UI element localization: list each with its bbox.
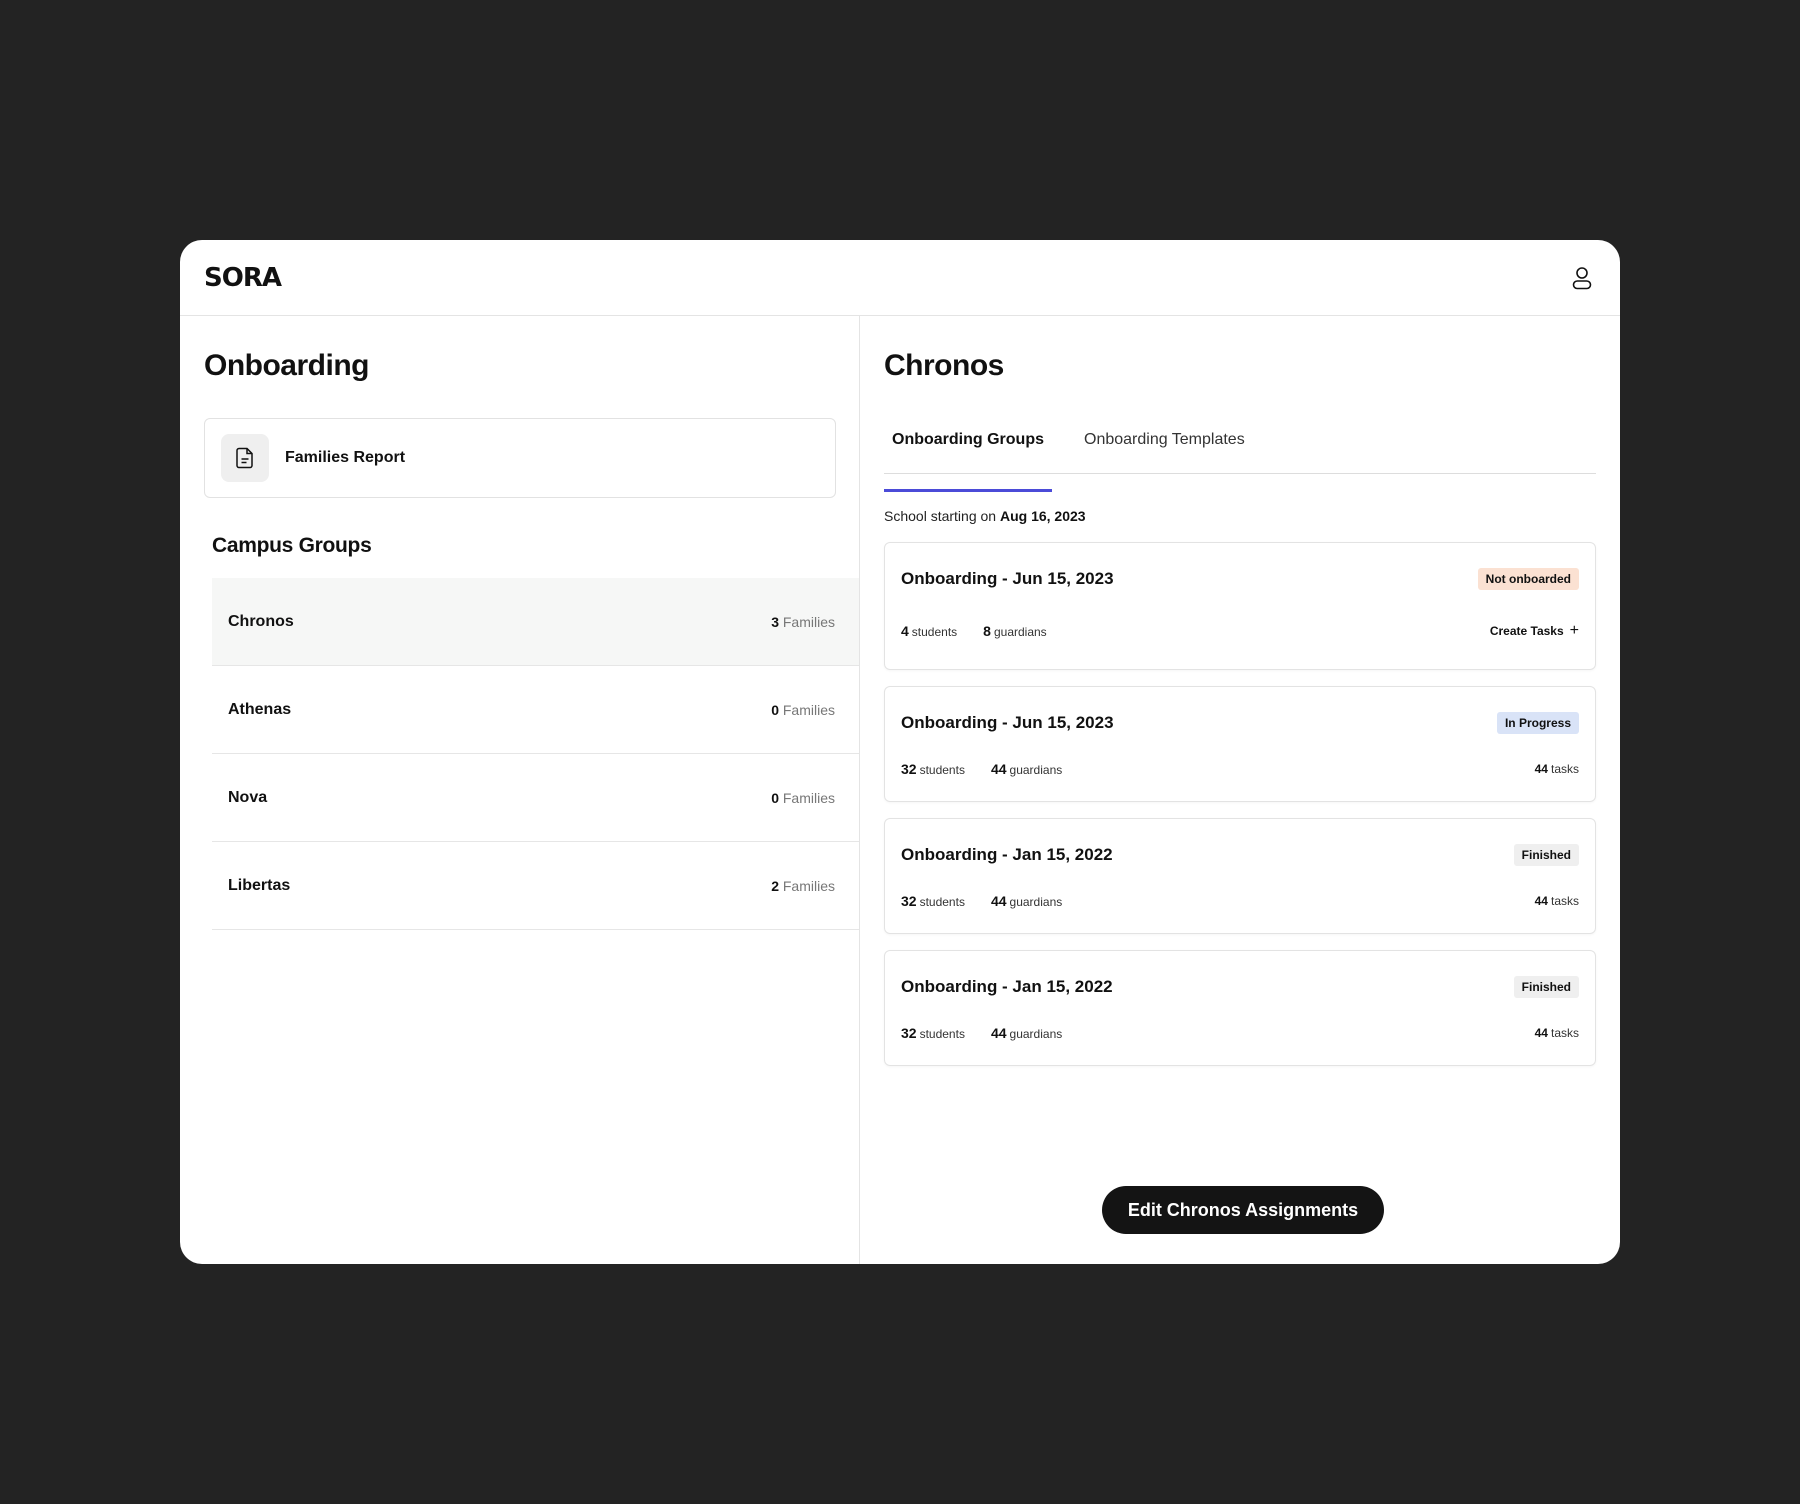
onboarding-card-title: Onboarding - Jan 15, 2022 bbox=[901, 977, 1113, 996]
group-family-count: 3 Families bbox=[771, 613, 835, 630]
user-profile-button[interactable] bbox=[1568, 264, 1596, 292]
guardians-count: 44 guardians bbox=[990, 893, 1063, 909]
app-window: SORA Onboarding Families Report Campus G… bbox=[180, 240, 1620, 1264]
students-count: 32 students bbox=[901, 1025, 965, 1041]
guardians-count: 44 guardians bbox=[990, 1025, 1063, 1041]
families-report-card[interactable]: Families Report bbox=[204, 418, 836, 498]
onboarding-card-title: Onboarding - Jun 15, 2023 bbox=[901, 569, 1114, 588]
campus-group-libertas[interactable]: Libertas 2 Families bbox=[212, 842, 859, 930]
guardians-count: 44 guardians bbox=[990, 761, 1063, 777]
onboarding-panel: Onboarding Families Report Campus Groups… bbox=[180, 316, 860, 1264]
onboarding-card[interactable]: Onboarding - Jan 15, 2022 Finished 32 stu… bbox=[884, 818, 1596, 934]
tasks-count: 44 tasks bbox=[1534, 762, 1579, 776]
school-start-info: School starting on Aug 16, 2023 bbox=[884, 508, 1086, 524]
status-badge: In Progress bbox=[1496, 712, 1579, 734]
document-icon bbox=[221, 434, 269, 482]
onboarding-card[interactable]: Onboarding - Jun 15, 2023 Not onboarded … bbox=[884, 542, 1596, 670]
tab-onboarding-groups[interactable]: Onboarding Groups bbox=[884, 424, 1052, 492]
campus-group-chronos[interactable]: Chronos 3 Families bbox=[212, 578, 859, 666]
group-name: Chronos bbox=[228, 612, 294, 630]
group-name: Nova bbox=[228, 788, 268, 806]
onboarding-card-title: Onboarding - Jun 15, 2023 bbox=[901, 713, 1114, 732]
students-count: 4 students bbox=[901, 623, 958, 639]
guardians-count: 8 guardians bbox=[983, 623, 1047, 639]
school-start-date: Aug 16, 2023 bbox=[999, 508, 1086, 524]
families-report-label: Families Report bbox=[285, 449, 406, 466]
group-title: Chronos bbox=[884, 349, 1004, 382]
campus-group-athenas[interactable]: Athenas 0 Families bbox=[212, 666, 859, 754]
top-bar: SORA bbox=[180, 240, 1620, 316]
onboarding-card[interactable]: Onboarding - Jan 15, 2022 Finished 32 stu… bbox=[884, 950, 1596, 1066]
students-count: 32 students bbox=[901, 761, 965, 777]
onboarding-card-list: Onboarding - Jun 15, 2023 Not onboarded … bbox=[884, 542, 1596, 1066]
group-family-count: 2 Families bbox=[771, 877, 835, 894]
user-icon bbox=[1572, 266, 1592, 289]
group-family-count: 0 Families bbox=[771, 789, 835, 806]
tab-bar: Onboarding Groups Onboarding Templates bbox=[884, 424, 1596, 492]
campus-group-list: Chronos 3 Families Athenas 0 Families No… bbox=[212, 578, 859, 930]
onboarding-card[interactable]: Onboarding - Jun 15, 2023 In Progress 32… bbox=[884, 686, 1596, 802]
group-name: Athenas bbox=[228, 700, 292, 718]
edit-assignments-button[interactable]: Edit Chronos Assignments bbox=[1102, 1186, 1384, 1234]
tasks-count: 44 tasks bbox=[1534, 1026, 1579, 1040]
sora-logo[interactable]: SORA bbox=[204, 262, 282, 293]
plus-icon: + bbox=[1569, 622, 1579, 639]
group-detail-panel: Chronos Onboarding Groups Onboarding Tem… bbox=[860, 316, 1620, 1264]
group-name: Libertas bbox=[228, 876, 291, 894]
status-badge: Finished bbox=[1513, 976, 1579, 998]
status-badge: Not onboarded bbox=[1477, 568, 1579, 590]
create-tasks-button[interactable]: Create Tasks + bbox=[1490, 622, 1579, 640]
tab-onboarding-templates[interactable]: Onboarding Templates bbox=[1076, 424, 1253, 473]
tasks-count: 44 tasks bbox=[1534, 894, 1579, 908]
campus-groups-title: Campus Groups bbox=[212, 534, 372, 557]
students-count: 32 students bbox=[901, 893, 965, 909]
campus-group-nova[interactable]: Nova 0 Families bbox=[212, 754, 859, 842]
status-badge: Finished bbox=[1513, 844, 1579, 866]
logo-text: SORA bbox=[204, 262, 282, 293]
page-title: Onboarding bbox=[204, 349, 369, 382]
group-family-count: 0 Families bbox=[771, 701, 835, 718]
onboarding-card-title: Onboarding - Jan 15, 2022 bbox=[901, 845, 1113, 864]
